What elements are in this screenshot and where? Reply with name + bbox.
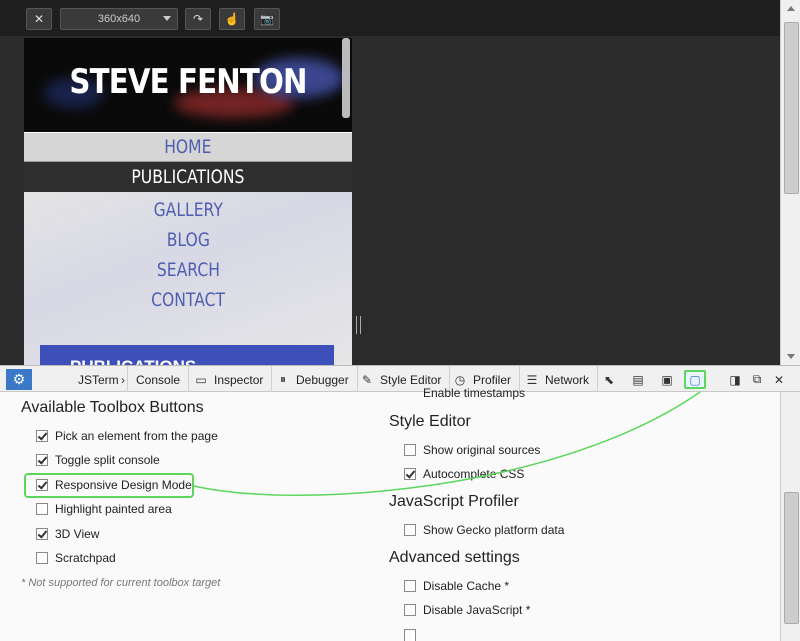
close-icon: ✕ — [33, 12, 45, 26]
gear-icon: ⚙ — [12, 371, 26, 387]
nav-gallery[interactable]: GALLERY — [24, 196, 352, 224]
profiler-heading: JavaScript Profiler — [389, 493, 519, 510]
site-title: STEVE FENTON — [69, 62, 307, 102]
panel-scrollbar[interactable] — [780, 392, 800, 641]
option-scratchpad[interactable]: Scratchpad — [36, 549, 116, 567]
page-scrollbar[interactable] — [780, 0, 800, 365]
rotate-icon: ↷ — [192, 12, 204, 26]
option-show-original-sources[interactable]: Show original sources — [404, 441, 540, 459]
emulated-viewport: STEVE FENTON HOME PUBLICATIONS GALLERY B… — [24, 38, 352, 365]
option-gecko-platform-data[interactable]: Show Gecko platform data — [404, 521, 564, 539]
option-pick-element[interactable]: Pick an element from the page — [36, 427, 218, 445]
dock-side-button[interactable]: ◨ — [724, 370, 746, 389]
checkbox[interactable] — [36, 552, 48, 564]
pick-element-icon: ⬉ — [603, 372, 615, 387]
device-preset-select[interactable]: 360x640 — [60, 8, 178, 30]
tab-debugger[interactable]: ⏸ Debugger — [268, 366, 358, 393]
close-icon: ✕ — [773, 372, 785, 387]
split-console-icon: ▤ — [632, 372, 644, 387]
console-icon: › — [121, 372, 125, 387]
site-header-image: STEVE FENTON — [24, 38, 352, 132]
nav-publications[interactable]: PUBLICATIONS — [24, 162, 352, 192]
responsive-design-button[interactable]: ▢ — [684, 370, 706, 389]
checkbox[interactable] — [404, 580, 416, 592]
debugger-icon: ⏸ — [279, 372, 286, 386]
highlight-callout — [24, 473, 194, 498]
checkbox[interactable] — [404, 604, 416, 616]
3d-view-icon: ▣ — [661, 372, 673, 387]
touch-simulation-button[interactable]: ☝ — [219, 8, 245, 30]
scroll-down-icon[interactable] — [787, 354, 795, 359]
checkbox[interactable] — [404, 524, 416, 536]
resize-handle[interactable] — [356, 316, 361, 334]
publications-heading: PUBLICATIONS — [40, 345, 334, 365]
toolbox-buttons-heading: Available Toolbox Buttons — [21, 399, 204, 416]
checkbox[interactable] — [36, 454, 48, 466]
option-split-console[interactable]: Toggle split console — [36, 451, 160, 469]
close-responsive-button[interactable]: ✕ — [26, 8, 52, 30]
devtools-toolbar: ⚙ JSTerm › Console ▭ Inspector ⏸ Debugger ✎… — [0, 365, 800, 393]
option-disable-cache[interactable]: Disable Cache * — [404, 577, 509, 595]
rotate-button[interactable]: ↷ — [185, 8, 211, 30]
checkbox[interactable] — [404, 468, 416, 480]
tab-network[interactable]: ☰ Network — [517, 366, 599, 393]
split-console-button[interactable]: ▤ — [627, 370, 649, 389]
chevron-down-icon — [163, 16, 171, 21]
options-gear-button[interactable]: ⚙ — [6, 369, 32, 390]
screenshot-button[interactable]: 📷 — [254, 8, 280, 30]
panel-scrollbar-thumb[interactable] — [784, 492, 799, 624]
option-highlight-painted[interactable]: Highlight painted area — [36, 500, 172, 518]
tab-inspector[interactable]: ▭ Inspector — [186, 366, 273, 393]
responsive-design-icon: ▢ — [689, 372, 701, 387]
checkbox[interactable] — [36, 503, 48, 515]
checkbox[interactable] — [404, 444, 416, 456]
camera-icon: 📷 — [260, 13, 274, 26]
network-icon: ☰ — [526, 372, 538, 387]
nav-home[interactable]: HOME — [24, 132, 352, 162]
nav-blog[interactable]: BLOG — [24, 226, 352, 254]
scrollbar-thumb[interactable] — [784, 22, 799, 194]
jsterm-icon — [58, 373, 72, 387]
dock-side-icon: ◨ — [729, 372, 741, 387]
touch-icon: ☝ — [224, 12, 240, 26]
not-supported-note: * Not supported for current toolbox targ… — [21, 577, 221, 589]
advanced-heading: Advanced settings — [389, 549, 520, 566]
nav-contact[interactable]: CONTACT — [24, 286, 352, 314]
close-devtools-button[interactable]: ✕ — [768, 370, 790, 389]
pick-element-button[interactable]: ⬉ — [598, 370, 620, 389]
checkbox[interactable] — [404, 629, 416, 641]
viewport-scrollbar[interactable] — [342, 38, 350, 118]
checkbox[interactable] — [36, 528, 48, 540]
option-enable-timestamps[interactable]: Enable timestamps — [404, 386, 525, 400]
option-autocomplete-css[interactable]: Autocomplete CSS — [404, 465, 524, 483]
undock-button[interactable]: ⧉ — [746, 370, 768, 389]
tab-console[interactable]: › Console — [108, 366, 190, 393]
checkbox[interactable] — [36, 430, 48, 442]
style-editor-icon: ✎ — [361, 372, 373, 387]
style-editor-heading: Style Editor — [389, 413, 471, 430]
inspector-icon: ▭ — [195, 372, 207, 387]
nav-search[interactable]: SEARCH — [24, 256, 352, 284]
undock-icon: ⧉ — [752, 372, 762, 386]
3d-view-button[interactable]: ▣ — [656, 370, 678, 389]
option-disable-javascript[interactable]: Disable JavaScript * — [404, 601, 530, 619]
scroll-up-icon[interactable] — [787, 6, 795, 11]
profiler-icon: ◷ — [454, 372, 466, 387]
option-3d-view[interactable]: 3D View — [36, 525, 99, 543]
